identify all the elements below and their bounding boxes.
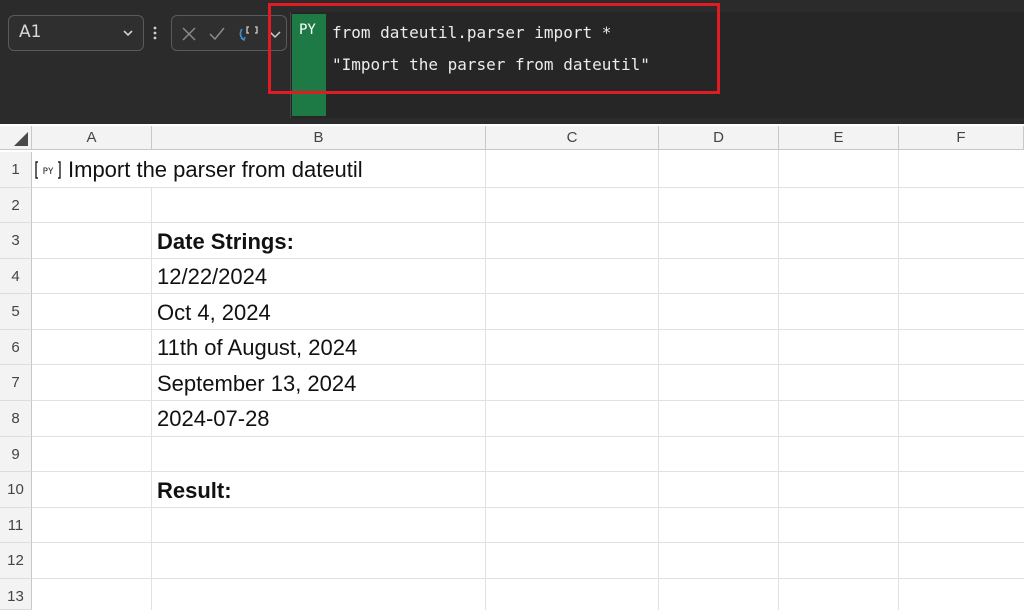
cell-b6[interactable]: 11th of August, 2024 bbox=[157, 335, 357, 361]
gridline bbox=[778, 150, 779, 610]
column-header-d[interactable]: D bbox=[659, 126, 779, 150]
row-header-13[interactable]: 13 bbox=[0, 579, 32, 610]
cell-b5[interactable]: Oct 4, 2024 bbox=[157, 300, 271, 326]
select-all-icon bbox=[14, 132, 28, 146]
kebab-icon[interactable] bbox=[152, 22, 158, 44]
gridline bbox=[485, 150, 486, 610]
column-header-e[interactable]: E bbox=[779, 126, 899, 150]
select-all-corner[interactable] bbox=[0, 126, 32, 150]
row-header-10[interactable]: 10 bbox=[0, 472, 32, 508]
gridline bbox=[32, 400, 1024, 401]
name-box[interactable]: A1 bbox=[8, 15, 144, 51]
gridline bbox=[32, 542, 1024, 543]
row-header-11[interactable]: 11 bbox=[0, 508, 32, 543]
gridline bbox=[658, 150, 659, 610]
row-header-5[interactable]: 5 bbox=[0, 294, 32, 330]
cell-b7[interactable]: September 13, 2024 bbox=[157, 371, 356, 397]
row-header-3[interactable]: 3 bbox=[0, 223, 32, 259]
row-header-12[interactable]: 12 bbox=[0, 543, 32, 579]
gridline bbox=[151, 187, 152, 610]
gridline bbox=[32, 187, 1024, 188]
row-header-7[interactable]: 7 bbox=[0, 365, 32, 401]
gridline bbox=[32, 471, 1024, 472]
column-header-f[interactable]: F bbox=[899, 126, 1024, 150]
gridline bbox=[32, 222, 1024, 223]
gridline bbox=[32, 364, 1024, 365]
gridline bbox=[32, 293, 1024, 294]
row-header-4[interactable]: 4 bbox=[0, 259, 32, 294]
enter-icon[interactable] bbox=[208, 25, 226, 43]
cancel-icon[interactable] bbox=[180, 25, 198, 43]
row-header-8[interactable]: 8 bbox=[0, 401, 32, 437]
gridline bbox=[32, 258, 1024, 259]
cell-b10[interactable]: Result: bbox=[157, 478, 232, 504]
row-header-2[interactable]: 2 bbox=[0, 188, 32, 223]
gridline bbox=[32, 329, 1024, 330]
row-header-6[interactable]: 6 bbox=[0, 330, 32, 365]
highlight-annotation bbox=[268, 3, 720, 94]
row-header-9[interactable]: 9 bbox=[0, 437, 32, 472]
cell-b4[interactable]: 12/22/2024 bbox=[157, 264, 267, 290]
gridline bbox=[32, 436, 1024, 437]
svg-text:PY: PY bbox=[43, 167, 54, 177]
cell-b8[interactable]: 2024-07-28 bbox=[157, 406, 270, 432]
name-box-value: A1 bbox=[19, 22, 42, 42]
chevron-down-icon[interactable] bbox=[121, 26, 135, 40]
formula-bar: A1 PY from dateutil.parser import * "Imp… bbox=[0, 0, 1024, 124]
gridline bbox=[32, 578, 1024, 579]
column-header-c[interactable]: C bbox=[486, 126, 659, 150]
row-header-1[interactable]: 1 bbox=[0, 152, 32, 188]
gridline bbox=[32, 507, 1024, 508]
cell-a1[interactable]: Import the parser from dateutil bbox=[68, 157, 363, 183]
gridline bbox=[898, 150, 899, 610]
column-header-b[interactable]: B bbox=[152, 126, 486, 150]
cell-b3[interactable]: Date Strings: bbox=[157, 229, 294, 255]
column-header-a[interactable]: A bbox=[32, 126, 152, 150]
python-insert-icon[interactable] bbox=[236, 25, 260, 43]
excel-window: A1 PY from dateutil.parser import * "Imp… bbox=[0, 0, 1024, 610]
python-cell-icon[interactable]: PY bbox=[34, 160, 62, 180]
